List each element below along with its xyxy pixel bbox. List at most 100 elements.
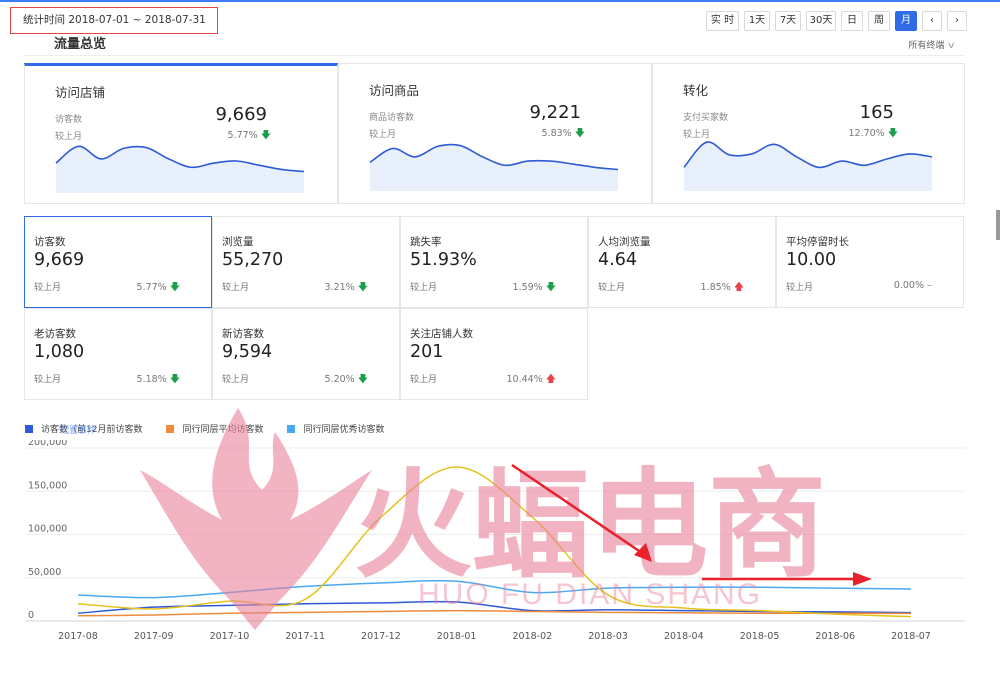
- x-tick-label: 2017-10: [210, 631, 250, 642]
- metric-change-value: 5.77%: [136, 282, 167, 293]
- metric-compare-label: 较上月: [410, 283, 438, 293]
- x-tick-label: 2018-03: [588, 631, 628, 642]
- divider: [24, 55, 964, 56]
- metric-label: 人均浏览量: [598, 236, 651, 248]
- period-button-1day[interactable]: 1天: [744, 11, 770, 31]
- y-tick-label: 200,000: [28, 440, 67, 448]
- section-title: 流量总览: [54, 37, 107, 49]
- metric-compare-label: 较上月: [598, 283, 626, 293]
- y-tick-label: 100,000: [28, 524, 67, 535]
- metric-change: 5.18% 🡇: [110, 372, 180, 389]
- x-tick-label: 2017-12: [361, 631, 401, 642]
- period-selector: 实 时 1天 7天 30天 日 周 月 ‹ ›: [706, 11, 967, 31]
- overview-sparkline: [55, 145, 305, 193]
- x-tick-label: 2018-07: [891, 631, 931, 642]
- overview-card-store[interactable]: 访问店铺 访客数 较上月 9,669 5.77% 🡇: [24, 63, 338, 204]
- metric-tile-pageviews[interactable]: 浏览量 55,270 较上月 3.21% 🡇: [212, 216, 400, 308]
- metric-compare-label: 较上月: [34, 283, 62, 293]
- overview-sparkline: [369, 143, 619, 191]
- metric-change-value: 0.00%: [893, 280, 924, 291]
- arrow-down-icon: 🡇: [357, 374, 368, 385]
- period-button-7days[interactable]: 7天: [775, 11, 801, 31]
- metric-value: 201: [410, 342, 444, 362]
- overview-value: 9,669: [215, 104, 267, 125]
- arrow-up-icon: 🡅: [733, 282, 744, 293]
- overview-value: 9,221: [529, 102, 581, 123]
- legend-swatch: [287, 424, 296, 433]
- metric-value: 10.00: [786, 250, 837, 270]
- metric-compare-label: 较上月: [410, 375, 438, 385]
- metric-value: 9,594: [222, 342, 273, 362]
- top-accent-line: [0, 0, 1000, 2]
- metric-tile-visitors[interactable]: 访客数 9,669 较上月 5.77% 🡇: [24, 216, 212, 308]
- legend-item-peer-average[interactable]: 同行同层平均访客数: [166, 422, 263, 435]
- metric-change: 0.00% –: [862, 280, 932, 291]
- terminal-dropdown[interactable]: 所有终端 ∨: [908, 38, 956, 51]
- metric-label: 平均停留时长: [786, 236, 849, 248]
- x-tick-label: 2018-05: [740, 631, 780, 642]
- metric-tile-avg-pageviews[interactable]: 人均浏览量 4.64 较上月 1.85% 🡅: [588, 216, 776, 308]
- metric-value: 51.93%: [410, 250, 477, 270]
- period-button-day[interactable]: 日: [841, 11, 863, 31]
- overview-value: 165: [859, 102, 894, 123]
- metric-compare-label: 较上月: [34, 375, 62, 385]
- metric-change: 5.77% 🡇: [110, 280, 180, 297]
- scrollbar-thumb[interactable]: [996, 210, 1000, 240]
- chevron-left-icon[interactable]: ‹: [922, 11, 942, 31]
- x-tick-label: 2017-09: [134, 631, 174, 642]
- period-button-month[interactable]: 月: [895, 11, 917, 31]
- overview-sublabel: 访客数: [55, 115, 83, 125]
- metric-change-value: 3.21%: [324, 282, 355, 293]
- metric-tile-new-visitors[interactable]: 新访客数 9,594 较上月 5.20% 🡇: [212, 308, 400, 400]
- metric-tile-returning-visitors[interactable]: 老访客数 1,080 较上月 5.18% 🡇: [24, 308, 212, 400]
- metric-label: 新访客数: [222, 328, 264, 340]
- metric-change-value: 5.20%: [324, 374, 355, 385]
- flat-dash-icon: –: [927, 280, 932, 291]
- x-tick-label: 2018-01: [437, 631, 477, 642]
- arrow-down-icon: 🡇: [169, 282, 180, 293]
- metric-value: 4.64: [598, 250, 637, 270]
- overview-title: 访问店铺: [55, 85, 106, 100]
- metric-value: 9,669: [34, 250, 85, 270]
- date-range-label: 统计时间 2018-07-01 ~ 2018-07-31: [10, 7, 218, 34]
- legend-item-peer-excellent[interactable]: 同行同层优秀访客数: [287, 422, 384, 435]
- metric-tile-avg-duration[interactable]: 平均停留时长 10.00 较上月 0.00% –: [776, 216, 964, 308]
- sparkline-area: [56, 146, 304, 193]
- sparkline-area: [370, 144, 618, 191]
- metric-compare-label: 较上月: [222, 283, 250, 293]
- overview-card-conversion[interactable]: 转化 支付买家数 较上月 165 12.70% 🡇: [652, 63, 965, 204]
- metric-label: 浏览量: [222, 236, 254, 248]
- metric-change: 1.85% 🡅: [674, 280, 744, 297]
- x-tick-label: 2017-11: [285, 631, 325, 642]
- legend-swatch: [166, 424, 175, 433]
- y-tick-label: 50,000: [28, 567, 61, 578]
- metric-change-value: 1.85%: [700, 282, 731, 293]
- metric-label: 访客数: [34, 236, 66, 248]
- series-line: [77, 579, 912, 599]
- period-button-realtime[interactable]: 实 时: [706, 11, 739, 31]
- chevron-right-icon[interactable]: ›: [947, 11, 967, 31]
- dashboard-page: 统计时间 2018-07-01 ~ 2018-07-31 实 时 1天 7天 3…: [0, 0, 1000, 677]
- overview-title: 转化: [683, 83, 709, 98]
- config-event-link[interactable]: 配置事件: [60, 423, 96, 436]
- metric-compare-label: 较上月: [222, 375, 250, 385]
- metric-value: 1,080: [34, 342, 85, 362]
- period-button-30days[interactable]: 30天: [806, 11, 836, 31]
- period-button-week[interactable]: 周: [868, 11, 890, 31]
- metric-change-value: 10.44%: [506, 374, 543, 385]
- arrow-up-icon: 🡅: [545, 374, 556, 385]
- y-tick-label: 150,000: [28, 480, 67, 491]
- legend-label: 同行同层平均访客数: [182, 425, 264, 435]
- overview-sublabel: 支付买家数: [683, 113, 729, 123]
- x-tick-label: 2017-08: [58, 631, 98, 642]
- metric-change: 3.21% 🡇: [298, 280, 368, 297]
- overview-sublabel: 商品访客数: [369, 113, 415, 123]
- traffic-trend-chart: 200,000 150,000 100,000 50,000 0 2017-08 2017-…: [25, 440, 965, 642]
- metric-tile-store-followers[interactable]: 关注店铺人数 201 较上月 10.44% 🡅: [400, 308, 588, 400]
- overview-title: 访问商品: [369, 83, 420, 98]
- metric-tile-bounce-rate[interactable]: 跳失率 51.93% 较上月 1.59% 🡇: [400, 216, 588, 308]
- metric-change: 1.59% 🡇: [486, 280, 556, 297]
- metric-compare-label: 较上月: [786, 283, 814, 293]
- metric-change-value: 5.18%: [136, 374, 167, 385]
- overview-card-product[interactable]: 访问商品 商品访客数 较上月 9,221 5.83% 🡇: [338, 63, 652, 204]
